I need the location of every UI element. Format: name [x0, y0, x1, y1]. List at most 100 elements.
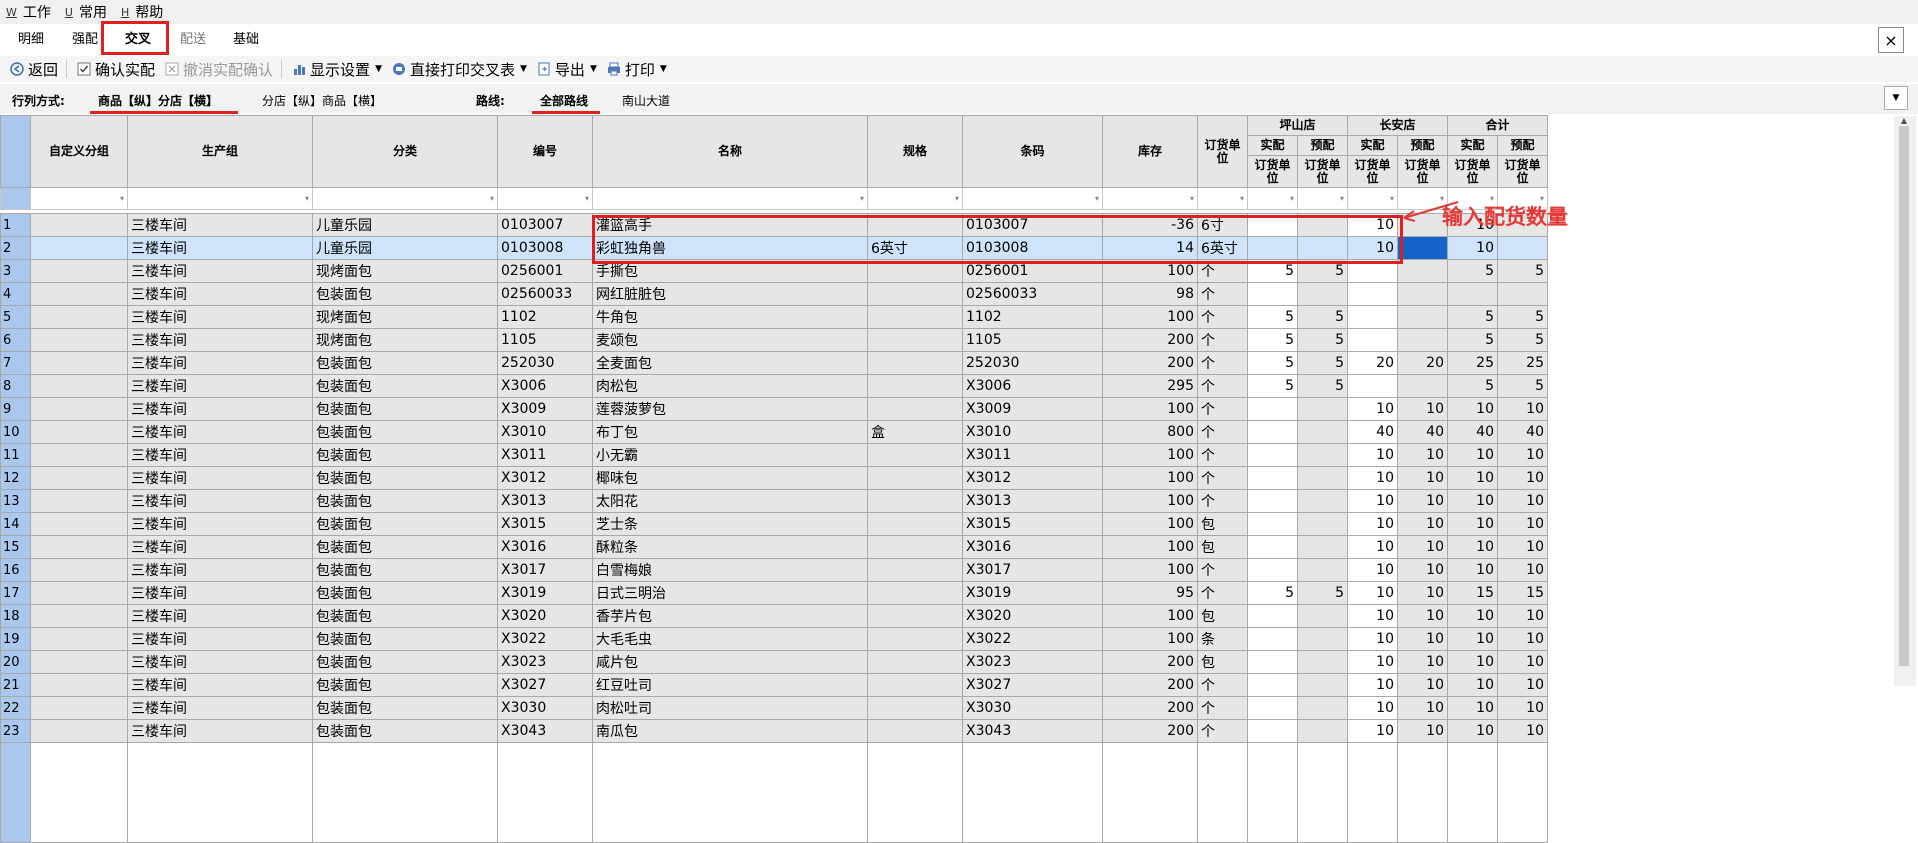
filter-cell[interactable]: ▾	[1197, 187, 1248, 210]
scroll-thumb[interactable]	[1899, 126, 1909, 666]
cell-changan-actual[interactable]: 10	[1347, 696, 1398, 720]
tab-delivery[interactable]: 配送	[180, 28, 206, 52]
col-store-pingshan[interactable]: 坪山店	[1247, 115, 1348, 136]
filterbar-dropdown-button[interactable]: ▼	[1884, 86, 1908, 110]
cell-changan-actual[interactable]: 10	[1347, 512, 1398, 536]
table-row[interactable]: 14 三楼车间 包装面包 X3015 芝士条 X3015 100 包 10 10 10 10	[0, 512, 1548, 536]
table-row[interactable]: 19 三楼车间 包装面包 X3022 大毛毛虫 X3022 100 条 10 10 10 10	[0, 627, 1548, 651]
table-row[interactable]: 9 三楼车间 包装面包 X3009 莲蓉菠萝包 X3009 100 个 10 10 10 10	[0, 397, 1548, 421]
display-settings-button[interactable]: 显示设置 ▼	[292, 59, 382, 80]
cell-pingshan-actual[interactable]: 5	[1247, 351, 1298, 375]
cell-pingshan-actual[interactable]	[1247, 650, 1298, 674]
table-row[interactable]: 21 三楼车间 包装面包 X3027 红豆吐司 X3027 200 个 10 10 10 10	[0, 673, 1548, 697]
filter-cell[interactable]: ▾	[30, 187, 128, 210]
col-production-group[interactable]: 生产组	[127, 115, 313, 188]
filter-cell[interactable]: ▾	[497, 187, 593, 210]
col-actual[interactable]: 实配	[1347, 135, 1398, 156]
col-order-unit[interactable]: 订货单位	[1197, 115, 1248, 188]
cell-changan-actual[interactable]: 10	[1347, 443, 1398, 467]
filter-cell[interactable]: ▾	[312, 187, 498, 210]
col-actual[interactable]: 实配	[1447, 135, 1498, 156]
table-row[interactable]: 22 三楼车间 包装面包 X3030 肉松吐司 X3030 200 个 10 10 10 10	[0, 696, 1548, 720]
cell-pingshan-actual[interactable]	[1247, 397, 1298, 421]
col-pre[interactable]: 预配	[1497, 135, 1548, 156]
table-row[interactable]: 11 三楼车间 包装面包 X3011 小无霸 X3011 100 个 10 10 10 10	[0, 443, 1548, 467]
cell-pingshan-actual[interactable]	[1247, 466, 1298, 490]
table-row[interactable]: 5 三楼车间 现烤面包 1102 牛角包 1102 100 个 5 5 5 5	[0, 305, 1548, 329]
print-button[interactable]: 打印 ▼	[607, 59, 667, 80]
table-row[interactable]: 17 三楼车间 包装面包 X3019 日式三明治 X3019 95 个 5 5 10 10 15 15	[0, 581, 1548, 605]
filter-cell[interactable]: ▾	[1102, 187, 1198, 210]
cell-pingshan-actual[interactable]	[1247, 627, 1298, 651]
menu-common[interactable]: U 常用	[65, 2, 107, 22]
cell-pingshan-actual[interactable]	[1247, 719, 1298, 743]
table-row[interactable]: 18 三楼车间 包装面包 X3020 香芋片包 X3020 100 包 10 10 10 10	[0, 604, 1548, 628]
cell-changan-actual[interactable]: 10	[1347, 650, 1398, 674]
layout-option-product-by-store[interactable]: 商品【纵】分店【横】	[98, 92, 218, 109]
col-custom-group[interactable]: 自定义分组	[30, 115, 128, 188]
col-category[interactable]: 分类	[312, 115, 498, 188]
cell-changan-actual[interactable]	[1347, 374, 1398, 398]
menu-help[interactable]: H 帮助	[121, 2, 163, 22]
col-pre[interactable]: 预配	[1297, 135, 1348, 156]
cell-pingshan-actual[interactable]: 5	[1247, 328, 1298, 352]
cell-pingshan-actual[interactable]: 5	[1247, 374, 1298, 398]
cell-pingshan-actual[interactable]: 5	[1247, 305, 1298, 329]
filter-cell[interactable]: ▾	[127, 187, 313, 210]
route-option-all[interactable]: 全部路线	[540, 92, 588, 109]
cell-changan-actual[interactable]: 10	[1347, 558, 1398, 582]
table-row[interactable]: 20 三楼车间 包装面包 X3023 咸片包 X3023 200 包 10 10 10 10	[0, 650, 1548, 674]
cell-changan-actual[interactable]: 10	[1347, 581, 1398, 605]
table-row[interactable]: 4 三楼车间 包装面包 02560033 网红脏脏包 02560033 98 个	[0, 282, 1548, 306]
col-total[interactable]: 合计	[1447, 115, 1548, 136]
cell-pingshan-actual[interactable]	[1247, 535, 1298, 559]
col-name[interactable]: 名称	[592, 115, 868, 188]
col-stock[interactable]: 库存	[1102, 115, 1198, 188]
cell-changan-actual[interactable]: 10	[1347, 489, 1398, 513]
export-button[interactable]: 导出 ▼	[537, 59, 597, 80]
table-row[interactable]: 6 三楼车间 现烤面包 1105 麦颂包 1105 200 个 5 5 5 5	[0, 328, 1548, 352]
cell-changan-actual[interactable]	[1347, 328, 1398, 352]
col-pre[interactable]: 预配	[1397, 135, 1448, 156]
cell-changan-actual[interactable]: 10	[1347, 719, 1398, 743]
table-row[interactable]: 13 三楼车间 包装面包 X3013 太阳花 X3013 100 个 10 10 10 10	[0, 489, 1548, 513]
route-option-nanshan[interactable]: 南山大道	[622, 92, 670, 109]
layout-option-store-by-product[interactable]: 分店【纵】商品【横】	[262, 92, 382, 109]
col-store-changan[interactable]: 长安店	[1347, 115, 1448, 136]
cell-pingshan-actual[interactable]	[1247, 512, 1298, 536]
col-code[interactable]: 编号	[497, 115, 593, 188]
cell-changan-actual[interactable]: 10	[1347, 397, 1398, 421]
filter-cell[interactable]: ▾	[962, 187, 1103, 210]
filter-cell[interactable]: ▾	[1297, 187, 1348, 210]
col-spec[interactable]: 规格	[867, 115, 963, 188]
cell-changan-actual[interactable]: 40	[1347, 420, 1398, 444]
cell-pingshan-actual[interactable]	[1247, 558, 1298, 582]
cell-changan-actual[interactable]: 10	[1347, 466, 1398, 490]
table-row[interactable]: 23 三楼车间 包装面包 X3043 南瓜包 X3043 200 个 10 10 10 10	[0, 719, 1548, 743]
cell-pingshan-actual[interactable]	[1247, 604, 1298, 628]
cell-changan-actual[interactable]	[1347, 305, 1398, 329]
scroll-up-icon[interactable]: ▲	[1899, 116, 1909, 126]
filter-cell[interactable]: ▾	[867, 187, 963, 210]
cell-pingshan-actual[interactable]	[1247, 673, 1298, 697]
cell-changan-actual[interactable]	[1347, 282, 1398, 306]
table-row[interactable]: 7 三楼车间 包装面包 252030 全麦面包 252030 200 个 5 5 20 20 25 25	[0, 351, 1548, 375]
cell-pingshan-actual[interactable]: 5	[1247, 581, 1298, 605]
table-row[interactable]: 16 三楼车间 包装面包 X3017 白雪梅娘 X3017 100 个 10 10 10 10	[0, 558, 1548, 582]
table-row[interactable]: 12 三楼车间 包装面包 X3012 椰味包 X3012 100 个 10 10 10 10	[0, 466, 1548, 490]
cell-changan-actual[interactable]: 10	[1347, 604, 1398, 628]
cell-pingshan-actual[interactable]	[1247, 420, 1298, 444]
menu-work[interactable]: W 工作	[6, 2, 51, 22]
back-button[interactable]: 返回	[10, 59, 58, 80]
vertical-scrollbar[interactable]: ▲	[1894, 116, 1916, 686]
col-barcode[interactable]: 条码	[962, 115, 1103, 188]
cell-changan-actual[interactable]: 20	[1347, 351, 1398, 375]
cell-changan-actual[interactable]: 10	[1347, 673, 1398, 697]
col-actual[interactable]: 实配	[1247, 135, 1298, 156]
filter-cell[interactable]: ▾	[1347, 187, 1398, 210]
cell-pingshan-actual[interactable]	[1247, 489, 1298, 513]
table-row[interactable]: 8 三楼车间 包装面包 X3006 肉松包 X3006 295 个 5 5 5 5	[0, 374, 1548, 398]
cell-pingshan-actual[interactable]	[1247, 282, 1298, 306]
direct-print-button[interactable]: 直接打印交叉表 ▼	[392, 59, 527, 80]
cell-changan-actual[interactable]: 10	[1347, 627, 1398, 651]
